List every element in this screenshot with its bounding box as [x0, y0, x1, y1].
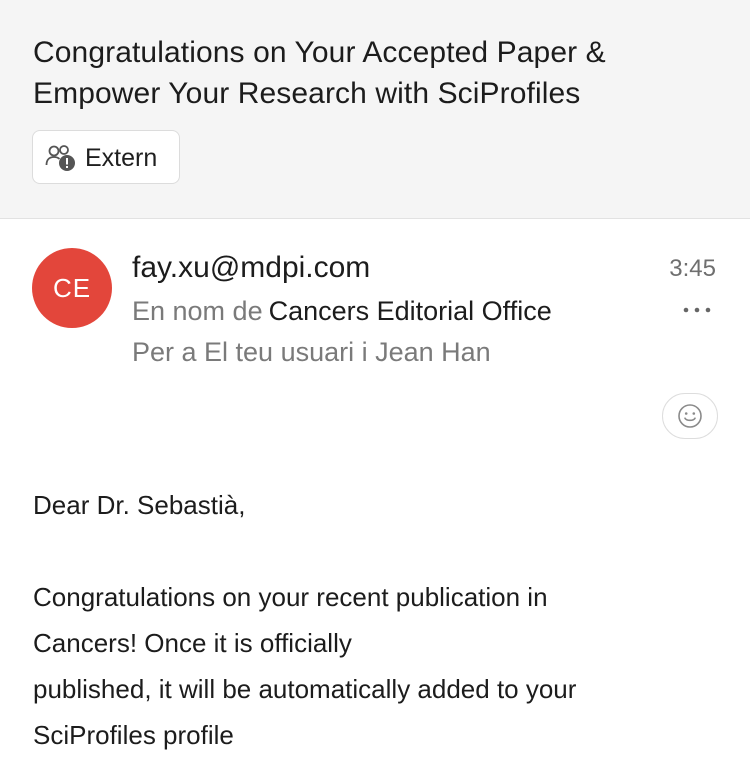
- message-body: Dear Dr. Sebastià, Congratulations on yo…: [33, 482, 723, 758]
- more-horizontal-icon[interactable]: [682, 300, 712, 320]
- body-line: SciProfiles profile: [33, 720, 234, 750]
- sender-email[interactable]: fay.xu@mdpi.com: [132, 250, 370, 286]
- reaction-button[interactable]: [662, 393, 718, 439]
- body-line: Cancers! Once it is officially: [33, 628, 352, 658]
- external-badge-label: Extern: [85, 144, 158, 172]
- body-greeting: Dear Dr. Sebastià,: [33, 490, 246, 520]
- on-behalf-of: En nom de Cancers Editorial Office: [132, 294, 552, 328]
- body-line: Congratulations on your recent publicati…: [33, 582, 548, 612]
- message-subject: Congratulations on Your Accepted Paper &…: [33, 36, 606, 110]
- on-behalf-name[interactable]: Cancers Editorial Office: [269, 296, 552, 326]
- message-time: 3:45: [669, 255, 716, 282]
- message-header: Congratulations on Your Accepted Paper &…: [0, 0, 750, 219]
- external-sender-badge[interactable]: Extern: [32, 130, 180, 184]
- on-behalf-prefix: En nom de: [132, 296, 263, 326]
- body-line: published, it will be automatically adde…: [33, 674, 577, 704]
- recipients-line[interactable]: Per a El teu usuari i Jean Han: [132, 335, 491, 369]
- people-warning-icon: [45, 145, 75, 171]
- sender-avatar[interactable]: CE: [32, 248, 112, 328]
- smiley-icon: [678, 404, 702, 428]
